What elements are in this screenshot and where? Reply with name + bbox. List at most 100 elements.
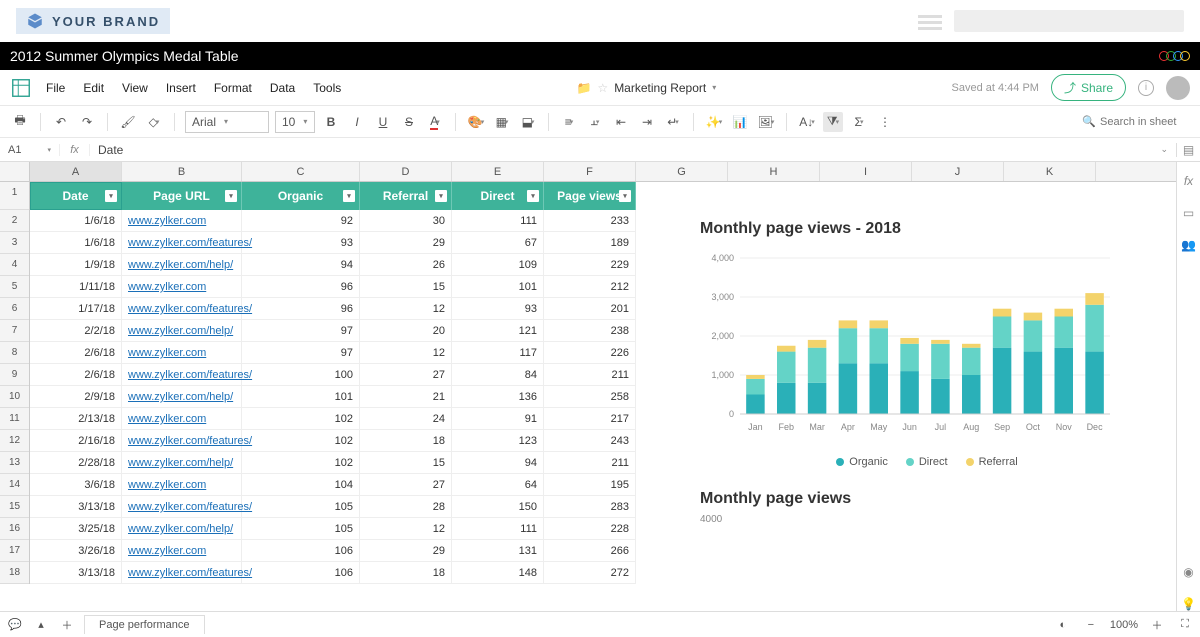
row-number[interactable]: 5 xyxy=(0,276,29,298)
cell-direct[interactable]: 121 xyxy=(452,320,544,342)
underline-icon[interactable]: U xyxy=(373,112,393,132)
cond-format-icon[interactable]: ✨▾ xyxy=(704,112,724,132)
cell-date[interactable]: 1/6/18 xyxy=(30,232,122,254)
row-number[interactable]: 17 xyxy=(0,540,29,562)
formula-expand-icon[interactable]: ⌄ xyxy=(1152,144,1176,155)
col-header[interactable]: C xyxy=(242,162,360,181)
name-box[interactable]: A1▾ xyxy=(0,144,60,156)
cell-url[interactable]: www.zylker.com/features/ xyxy=(122,232,242,254)
cell-organic[interactable]: 105 xyxy=(242,518,360,540)
cell-url[interactable]: www.zylker.com xyxy=(122,540,242,562)
paint-format-icon[interactable]: 🖌 xyxy=(118,112,138,132)
cell-referral[interactable]: 27 xyxy=(360,364,452,386)
spreadsheet-icon[interactable] xyxy=(10,77,32,99)
filter-button-icon[interactable]: ▾ xyxy=(619,190,631,202)
header-views[interactable]: Page views▾ xyxy=(544,182,636,210)
search-sheet[interactable]: 🔍 xyxy=(1082,115,1190,128)
row-number[interactable]: 15 xyxy=(0,496,29,518)
brand-logo[interactable]: YOUR BRAND xyxy=(16,8,170,34)
filter-button-icon[interactable]: ▾ xyxy=(225,190,237,202)
col-header[interactable]: I xyxy=(820,162,912,181)
cell-referral[interactable]: 18 xyxy=(360,430,452,452)
row-number[interactable]: 4 xyxy=(0,254,29,276)
avatar[interactable] xyxy=(1166,76,1190,100)
cell-direct[interactable]: 111 xyxy=(452,210,544,232)
cell-date[interactable]: 1/17/18 xyxy=(30,298,122,320)
cell-date[interactable]: 3/13/18 xyxy=(30,496,122,518)
cell-referral[interactable]: 20 xyxy=(360,320,452,342)
cell-views[interactable]: 228 xyxy=(544,518,636,540)
cell-date[interactable]: 3/13/18 xyxy=(30,562,122,584)
star-icon[interactable]: ☆ xyxy=(597,81,608,95)
spreadsheet-grid[interactable]: A B C D E F G H I J K 1 2345678910111213… xyxy=(0,162,1176,611)
cell-direct[interactable]: 67 xyxy=(452,232,544,254)
filter-button-icon[interactable]: ▾ xyxy=(435,190,447,202)
select-all-corner[interactable] xyxy=(0,162,30,181)
cell-url[interactable]: www.zylker.com/help/ xyxy=(122,452,242,474)
menu-insert[interactable]: Insert xyxy=(166,81,196,95)
cell-organic[interactable]: 94 xyxy=(242,254,360,276)
cell-date[interactable]: 1/6/18 xyxy=(30,210,122,232)
row-number[interactable]: 12 xyxy=(0,430,29,452)
cell-direct[interactable]: 101 xyxy=(452,276,544,298)
cell-views[interactable]: 201 xyxy=(544,298,636,320)
row-number[interactable]: 14 xyxy=(0,474,29,496)
redo-icon[interactable]: ↷ xyxy=(77,112,97,132)
row-number[interactable]: 16 xyxy=(0,518,29,540)
cell-organic[interactable]: 97 xyxy=(242,342,360,364)
cell-url[interactable]: www.zylker.com/help/ xyxy=(122,320,242,342)
cell-direct[interactable]: 93 xyxy=(452,298,544,320)
row-number[interactable]: 18 xyxy=(0,562,29,584)
cell-views[interactable]: 258 xyxy=(544,386,636,408)
font-size-select[interactable]: 10▾ xyxy=(275,111,315,133)
col-header[interactable]: E xyxy=(452,162,544,181)
cell-views[interactable]: 217 xyxy=(544,408,636,430)
header-date[interactable]: Date▾ xyxy=(30,182,122,210)
cell-url[interactable]: www.zylker.com/features/ xyxy=(122,364,242,386)
cell-url[interactable]: www.zylker.com/features/ xyxy=(122,496,242,518)
cell-url[interactable]: www.zylker.com/features/ xyxy=(122,430,242,452)
cell-date[interactable]: 2/6/18 xyxy=(30,342,122,364)
chart-panel[interactable]: Monthly page views - 2018 01,0002,0003,0… xyxy=(684,204,1164,535)
menu-data[interactable]: Data xyxy=(270,81,295,95)
cell-referral[interactable]: 12 xyxy=(360,298,452,320)
cell-url[interactable]: www.zylker.com xyxy=(122,474,242,496)
cell-organic[interactable]: 92 xyxy=(242,210,360,232)
wrap-icon[interactable]: ↵▾ xyxy=(663,112,683,132)
col-header[interactable]: F xyxy=(544,162,636,181)
cell-referral[interactable]: 27 xyxy=(360,474,452,496)
more-icon[interactable]: ⋮ xyxy=(875,112,895,132)
cell-organic[interactable]: 101 xyxy=(242,386,360,408)
cell-direct[interactable]: 150 xyxy=(452,496,544,518)
col-header[interactable]: K xyxy=(1004,162,1096,181)
cell-direct[interactable]: 91 xyxy=(452,408,544,430)
chevron-down-icon[interactable]: ▾ xyxy=(712,83,716,92)
menu-format[interactable]: Format xyxy=(214,81,252,95)
row-number[interactable]: 1 xyxy=(0,182,29,210)
cell-direct[interactable]: 84 xyxy=(452,364,544,386)
menu-tools[interactable]: Tools xyxy=(313,81,341,95)
cell-date[interactable]: 1/9/18 xyxy=(30,254,122,276)
filter-button-icon[interactable]: ▾ xyxy=(527,190,539,202)
font-select[interactable]: Arial▾ xyxy=(185,111,269,133)
cell-organic[interactable]: 100 xyxy=(242,364,360,386)
filter-icon[interactable]: ⧩▾ xyxy=(823,112,843,132)
fill-color-icon[interactable]: 🎨▾ xyxy=(466,112,486,132)
header-referral[interactable]: Referral▾ xyxy=(360,182,452,210)
italic-icon[interactable]: I xyxy=(347,112,367,132)
cell-direct[interactable]: 64 xyxy=(452,474,544,496)
cell-direct[interactable]: 111 xyxy=(452,518,544,540)
print-icon[interactable]: 🖶 xyxy=(10,112,30,132)
cell-referral[interactable]: 21 xyxy=(360,386,452,408)
cell-referral[interactable]: 24 xyxy=(360,408,452,430)
cell-organic[interactable]: 106 xyxy=(242,540,360,562)
cell-direct[interactable]: 148 xyxy=(452,562,544,584)
add-sheet-icon[interactable]: ＋ xyxy=(58,616,76,634)
menu-edit[interactable]: Edit xyxy=(83,81,104,95)
cell-organic[interactable]: 102 xyxy=(242,430,360,452)
sidebar-toggle-icon[interactable]: ▤ xyxy=(1176,143,1200,157)
borders-icon[interactable]: ▦▾ xyxy=(492,112,512,132)
row-number[interactable]: 7 xyxy=(0,320,29,342)
row-number[interactable]: 6 xyxy=(0,298,29,320)
cell-url[interactable]: www.zylker.com xyxy=(122,276,242,298)
